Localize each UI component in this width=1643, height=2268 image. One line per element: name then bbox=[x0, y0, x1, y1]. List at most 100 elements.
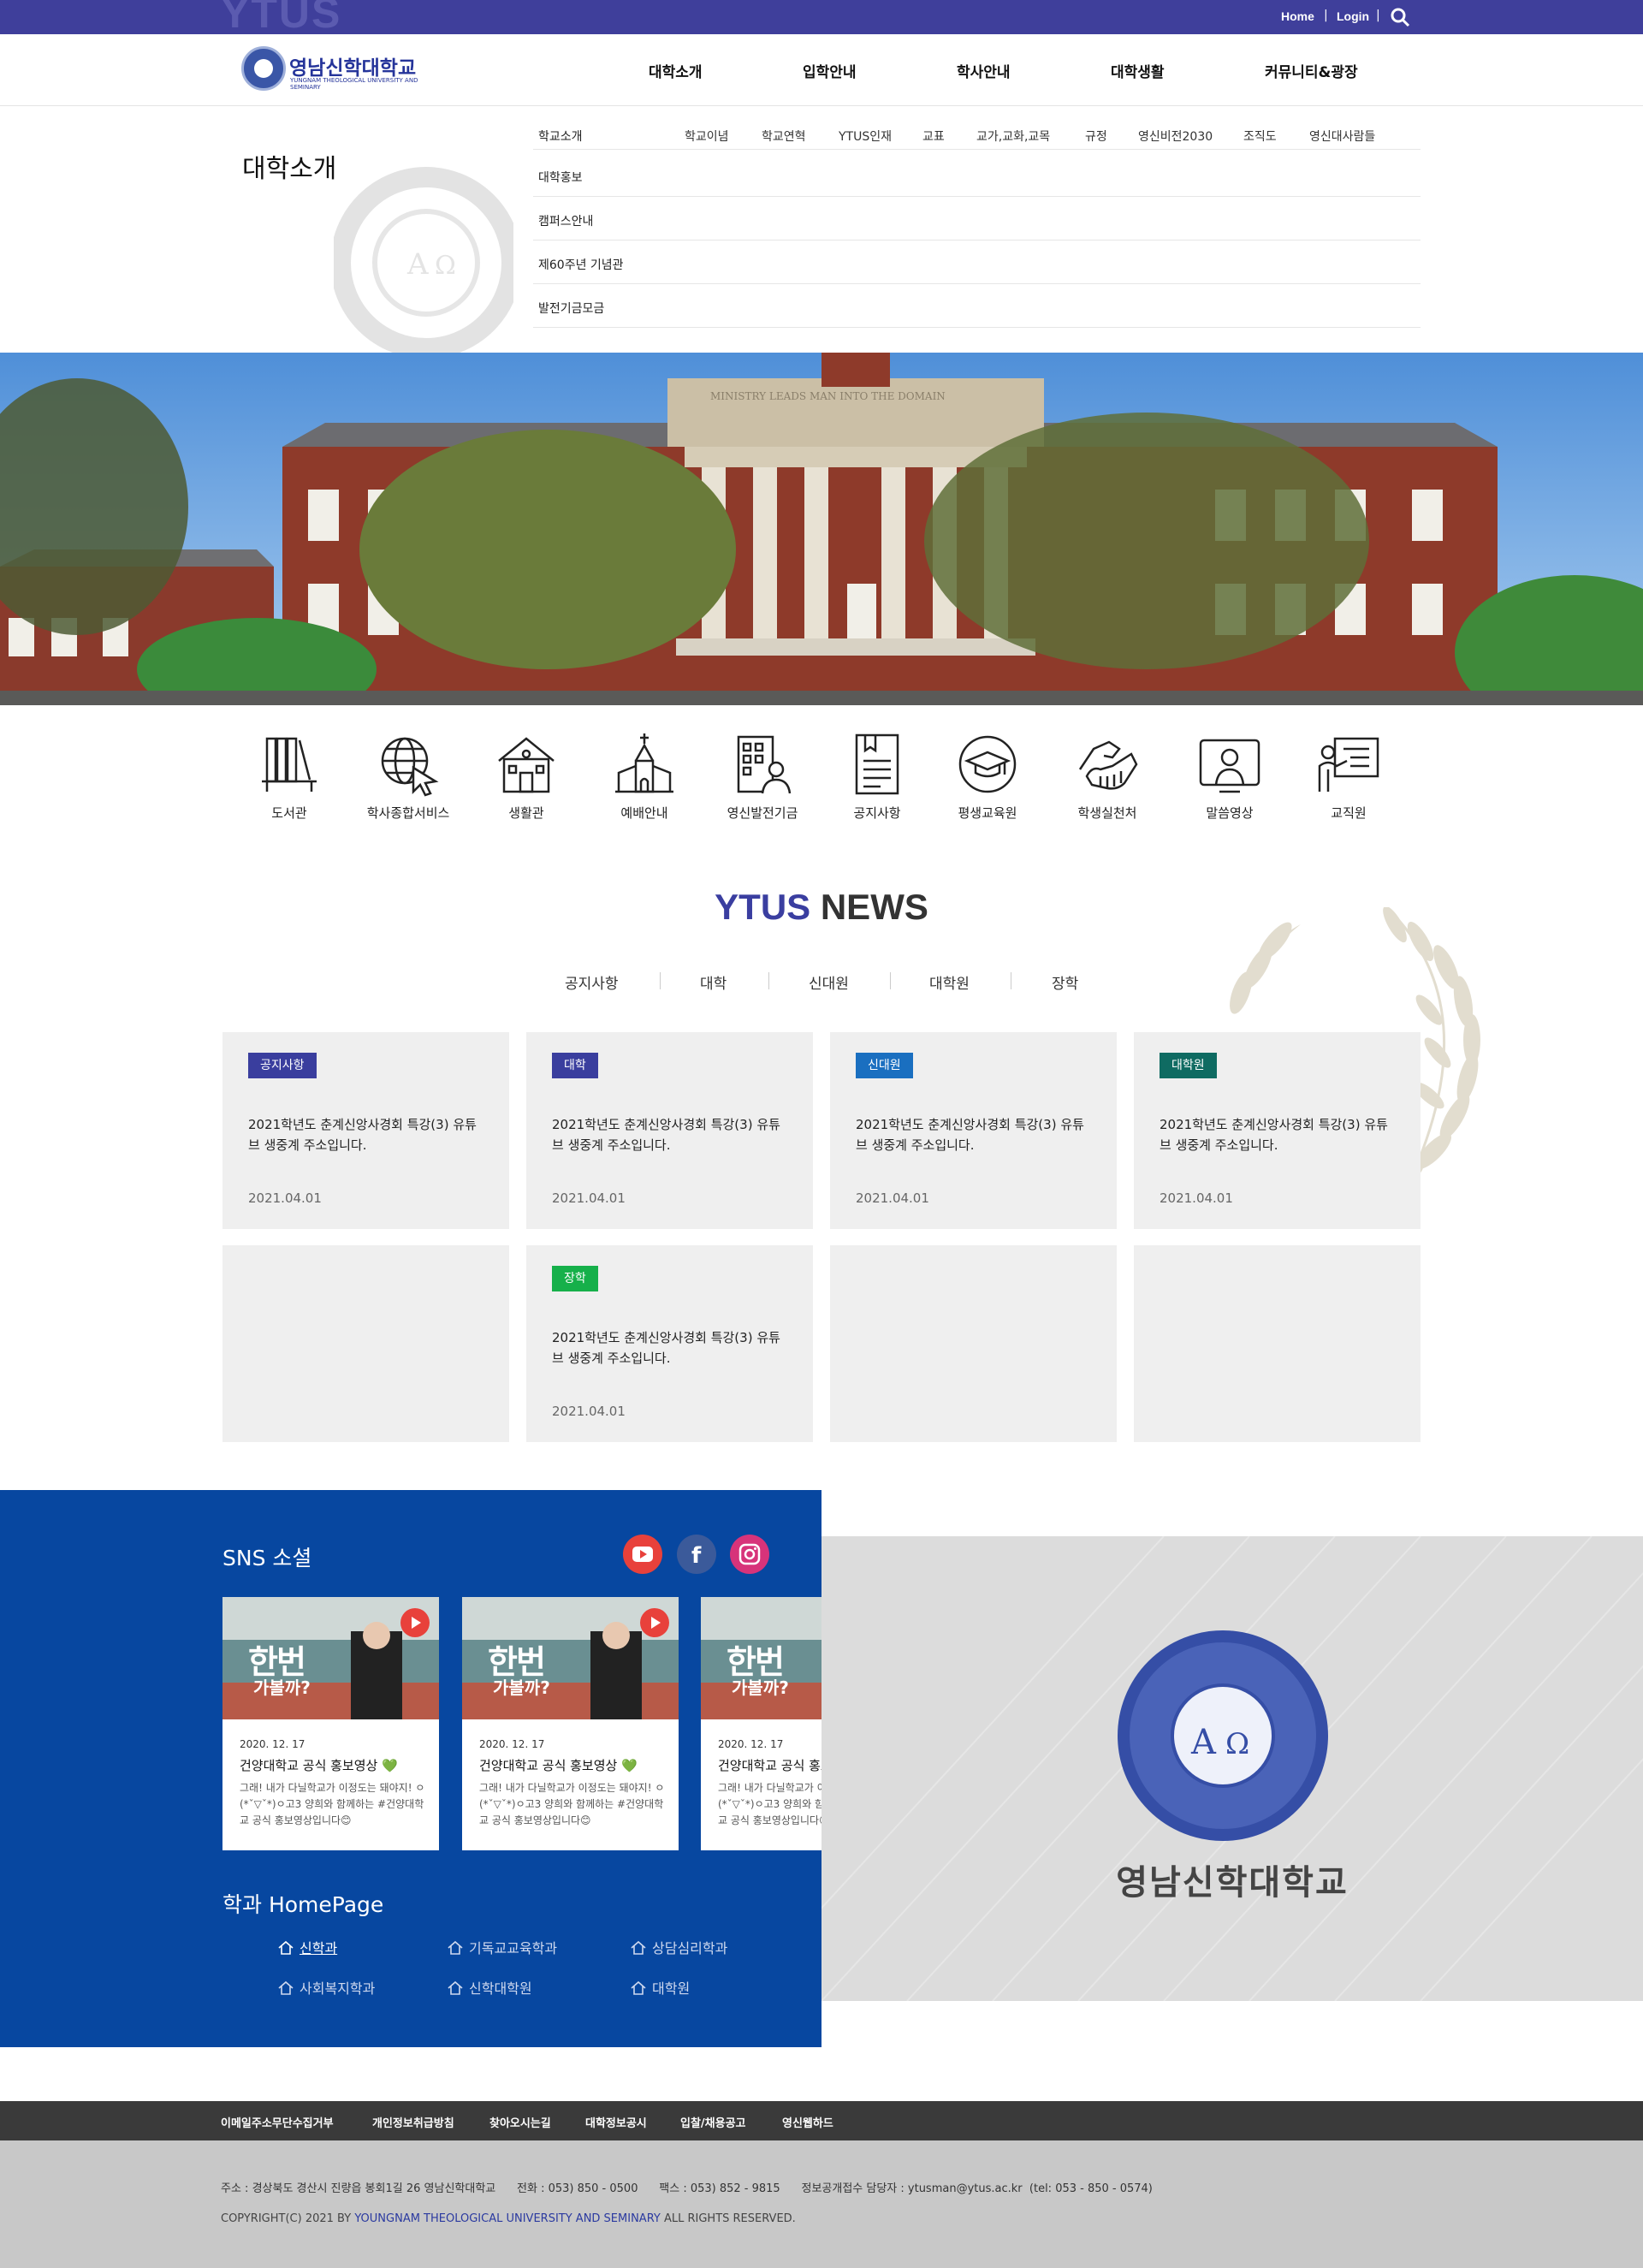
nav-about[interactable]: 대학소개 bbox=[649, 60, 703, 81]
video-title: 건양대학교 공식 홍보영상 💚 bbox=[479, 1758, 638, 1773]
video-card[interactable]: 한번 가볼까? 2020. 12. 17 건양대학교 공식 홍보영상 💚 그래!… bbox=[222, 1597, 439, 1850]
home-icon bbox=[631, 1980, 646, 1995]
footer-link-webhard[interactable]: 영신웹하드 bbox=[782, 2114, 833, 2130]
submenu-item[interactable]: 학교이념 bbox=[685, 128, 729, 145]
news-card[interactable]: 장학 2021학년도 춘계신앙사경회 특강(3) 유튜브 생중계 주소입니다. … bbox=[526, 1245, 813, 1442]
quick-dormitory[interactable]: 생활관 bbox=[475, 732, 578, 826]
seal-watermark: A Ω bbox=[334, 158, 513, 353]
logo-name: 영남신학대학교 bbox=[289, 57, 417, 80]
submenu-item[interactable]: 교표 bbox=[922, 128, 945, 145]
news-card[interactable]: 대학 2021학년도 춘계신앙사경회 특강(3) 유튜브 생중계 주소입니다. … bbox=[526, 1032, 813, 1229]
submenu-row[interactable]: 제60주년 기념관 bbox=[533, 241, 1421, 284]
category-badge: 대학 bbox=[552, 1053, 598, 1078]
news-tab-college[interactable]: 대학 bbox=[700, 971, 727, 993]
video-thumbnail: 한번 가볼까? bbox=[462, 1597, 679, 1719]
quick-label: 평생교육원 bbox=[958, 805, 1017, 821]
copyright-prefix: COPYRIGHT(C) 2021 BY bbox=[221, 2212, 355, 2225]
news-tab-seminary[interactable]: 신대원 bbox=[809, 971, 849, 993]
submenu-row-label[interactable]: 발전기금모금 bbox=[538, 300, 604, 317]
submenu-row-label[interactable]: 학교소개 bbox=[538, 128, 583, 145]
quick-academic-service[interactable]: 학사종합서비스 bbox=[357, 732, 460, 826]
submenu-item[interactable]: 조직도 bbox=[1243, 128, 1277, 145]
news-tab-scholarship[interactable]: 장학 bbox=[1052, 971, 1078, 993]
submenu-row[interactable]: 학교소개 학교이념 학교연혁 YTUS인재 교표 교가,교화,교목 규정 영신비… bbox=[533, 107, 1421, 150]
quick-lifelong-education[interactable]: 평생교육원 bbox=[936, 732, 1039, 826]
quick-worship[interactable]: 예배안내 bbox=[593, 732, 696, 826]
category-badge: 공지사항 bbox=[248, 1053, 317, 1078]
submenu-row[interactable]: 발전기금모금 bbox=[533, 285, 1421, 328]
footer-link-bids-jobs[interactable]: 입찰/채용공고 bbox=[680, 2114, 746, 2130]
nav-academic[interactable]: 학사안내 bbox=[957, 60, 1011, 81]
dept-link-theology[interactable]: 신학과 bbox=[277, 1937, 337, 1957]
nav-admission[interactable]: 입학안내 bbox=[803, 60, 857, 81]
tab-divider bbox=[768, 972, 769, 989]
university-logo[interactable]: 영남신학대학교 YUNGNAM THEOLOGICAL UNIVERSITY A… bbox=[241, 46, 418, 94]
quick-notice[interactable]: 공지사항 bbox=[826, 732, 928, 826]
home-icon bbox=[631, 1940, 646, 1955]
submenu-row-label[interactable]: 캠퍼스안내 bbox=[538, 212, 593, 229]
news-card[interactable]: 공지사항 2021학년도 춘계신앙사경회 특강(3) 유튜브 생중계 주소입니다… bbox=[222, 1032, 509, 1229]
campus-hero-image: MINISTRY LEADS MAN INTO THE DOMAIN bbox=[0, 353, 1643, 705]
video-title: 건양대학교 공식 홍보영상 💚 bbox=[240, 1758, 398, 1773]
dept-link-divinity-school[interactable]: 신학대학원 bbox=[447, 1977, 532, 1998]
dept-link-counseling[interactable]: 상담심리학과 bbox=[630, 1937, 727, 1957]
video-card[interactable]: 한번 가볼까? 2020. 12. 17 건양대학교 공식 홍보영상 💚 그래!… bbox=[462, 1597, 679, 1850]
news-card[interactable]: 대학원 2021학년도 춘계신앙사경회 특강(3) 유튜브 생중계 주소입니다.… bbox=[1134, 1032, 1421, 1229]
dept-link-social-welfare[interactable]: 사회복지학과 bbox=[277, 1977, 375, 1998]
youtube-icon[interactable] bbox=[623, 1535, 662, 1574]
submenu-row[interactable]: 캠퍼스안내 bbox=[533, 198, 1421, 240]
dept-label: 신학과 bbox=[300, 1940, 338, 1956]
news-card-empty bbox=[830, 1245, 1117, 1442]
footer-info: 주소 : 경상북도 경산시 진량읍 봉회1길 26 영남신학대학교 전화 : 0… bbox=[0, 2140, 1643, 2268]
footer-copyright: COPYRIGHT(C) 2021 BY YOUNGNAM THEOLOGICA… bbox=[221, 2212, 796, 2225]
news-title-news: NEWS bbox=[820, 887, 928, 927]
home-link[interactable]: Home bbox=[1281, 9, 1314, 23]
footer-link-email-policy[interactable]: 이메일주소무단수집거부 bbox=[221, 2114, 334, 2130]
instagram-icon[interactable] bbox=[730, 1535, 769, 1574]
news-card-title: 2021학년도 춘계신앙사경회 특강(3) 유튜브 생중계 주소입니다. bbox=[248, 1117, 477, 1153]
footer-link-privacy[interactable]: 개인정보취급방침 bbox=[372, 2114, 454, 2130]
play-icon[interactable] bbox=[639, 1607, 670, 1638]
video-date: 2020. 12. 17 bbox=[479, 1738, 545, 1750]
search-icon[interactable] bbox=[1390, 7, 1410, 31]
submenu-item[interactable]: YTUS인재 bbox=[839, 128, 892, 145]
nav-community[interactable]: 커뮤니티&광장 bbox=[1265, 60, 1358, 81]
home-icon bbox=[278, 1980, 294, 1995]
home-icon bbox=[278, 1940, 294, 1955]
teacher-board-icon bbox=[1318, 737, 1379, 792]
submenu-item[interactable]: 영신비전2030 bbox=[1138, 128, 1213, 145]
video-title: 건양대학교 공식 홍보영상 💚 bbox=[718, 1758, 822, 1773]
graduation-cap-icon bbox=[958, 735, 1017, 793]
footer-link-disclosure[interactable]: 대학정보공시 bbox=[585, 2114, 647, 2130]
quick-sermon-video[interactable]: 말씀영상 bbox=[1178, 732, 1281, 826]
news-tab-graduate[interactable]: 대학원 bbox=[929, 971, 970, 993]
login-link[interactable]: Login bbox=[1337, 9, 1369, 23]
facebook-icon[interactable]: f bbox=[677, 1535, 716, 1574]
submenu-row[interactable]: 대학홍보 bbox=[533, 154, 1421, 197]
mega-submenu: 대학소개 A Ω 학교소개 학교이념 학교연혁 YTUS인재 교표 교가,교화,… bbox=[0, 107, 1643, 353]
university-emblem-panel: AΩ 영남신학대학교 bbox=[822, 1536, 1643, 2001]
dept-link-christian-education[interactable]: 기독교교육학과 bbox=[447, 1937, 557, 1957]
nav-campus-life[interactable]: 대학생활 bbox=[1111, 60, 1165, 81]
submenu-row-label[interactable]: 대학홍보 bbox=[538, 169, 583, 186]
category-badge: 장학 bbox=[552, 1266, 598, 1291]
news-card[interactable]: 신대원 2021학년도 춘계신앙사경회 특강(3) 유튜브 생중계 주소입니다.… bbox=[830, 1032, 1117, 1229]
submenu-item[interactable]: 교가,교화,교목 bbox=[976, 128, 1050, 145]
news-card-date: 2021.04.01 bbox=[552, 1404, 626, 1419]
home-icon bbox=[448, 1980, 463, 1995]
submenu-row-label[interactable]: 제60주년 기념관 bbox=[538, 256, 624, 273]
quick-development-fund[interactable]: 영신발전기금 bbox=[711, 732, 814, 826]
submenu-item[interactable]: 영신대사람들 bbox=[1309, 128, 1375, 145]
quick-student-practice[interactable]: 학생실천처 bbox=[1056, 732, 1159, 826]
dept-link-graduate-school[interactable]: 대학원 bbox=[630, 1977, 690, 1998]
submenu-item[interactable]: 학교연혁 bbox=[762, 128, 806, 145]
university-seal: AΩ bbox=[1118, 1630, 1328, 1841]
video-card[interactable]: 한번 가볼까? 2020. 12. 17 건양대학교 공식 홍보영상 💚 그래!… bbox=[701, 1597, 822, 1850]
submenu-item[interactable]: 규정 bbox=[1085, 128, 1107, 145]
footer-link-directions[interactable]: 찾아오시는길 bbox=[489, 2114, 551, 2130]
play-icon[interactable] bbox=[400, 1607, 430, 1638]
quick-library[interactable]: 도서관 bbox=[238, 732, 341, 826]
quick-staff[interactable]: 교직원 bbox=[1297, 732, 1400, 826]
news-tab-notice[interactable]: 공지사항 bbox=[565, 971, 619, 993]
ytus-watermark: YTUS bbox=[221, 0, 342, 37]
